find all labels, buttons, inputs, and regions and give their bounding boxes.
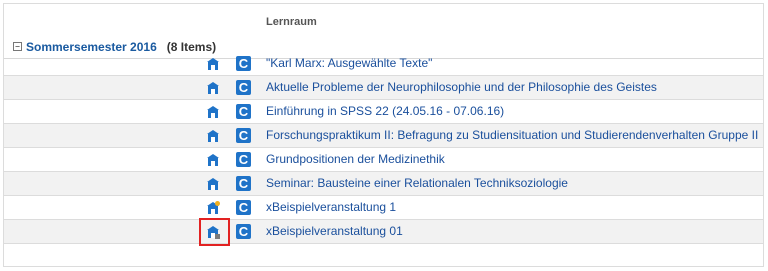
course-link[interactable]: Aktuelle Probleme der Neurophilosophie u… <box>266 80 657 94</box>
course-rows: C "Karl Marx: Ausgewählte Texte" C Aktue… <box>4 52 763 244</box>
building-icon[interactable] <box>206 57 220 71</box>
building-icon[interactable] <box>206 81 220 95</box>
course-row: C xBeispielveranstaltung 01 <box>4 220 763 244</box>
course-row: C "Karl Marx: Ausgewählte Texte" <box>4 52 763 76</box>
course-link[interactable]: Einführung in SPSS 22 (24.05.16 - 07.06.… <box>266 104 504 118</box>
course-c-icon[interactable]: C <box>236 128 251 143</box>
course-link[interactable]: Seminar: Bausteine einer Relationalen Te… <box>266 176 568 190</box>
course-c-icon[interactable]: C <box>236 224 251 239</box>
course-link[interactable]: Grundpositionen der Medizinethik <box>266 152 445 166</box>
course-row: C Einführung in SPSS 22 (24.05.16 - 07.0… <box>4 100 763 124</box>
column-header-lernraum: Lernraum <box>266 16 317 28</box>
course-list-panel: Lernraum − Sommersemester 2016 (8 Items)… <box>3 3 764 267</box>
course-row: C Seminar: Bausteine einer Relationalen … <box>4 172 763 196</box>
course-link[interactable]: xBeispielveranstaltung 1 <box>266 200 396 214</box>
course-row: C Aktuelle Probleme der Neurophilosophie… <box>4 76 763 100</box>
highlight-box <box>199 218 230 246</box>
building-icon[interactable] <box>206 177 220 191</box>
course-c-icon[interactable]: C <box>236 200 251 215</box>
course-c-icon[interactable]: C <box>236 176 251 191</box>
building-icon[interactable] <box>206 105 220 119</box>
building-icon[interactable] <box>206 153 220 167</box>
course-row: C Forschungspraktikum II: Befragung zu S… <box>4 124 763 148</box>
building-icon[interactable] <box>206 129 220 143</box>
collapse-toggle-icon[interactable]: − <box>13 42 22 51</box>
course-link[interactable]: "Karl Marx: Ausgewählte Texte" <box>266 56 432 70</box>
course-c-icon[interactable]: C <box>236 80 251 95</box>
course-link[interactable]: xBeispielveranstaltung 01 <box>266 224 403 238</box>
course-row: C Grundpositionen der Medizinethik <box>4 148 763 172</box>
course-c-icon[interactable]: C <box>236 152 251 167</box>
course-link[interactable]: Forschungspraktikum II: Befragung zu Stu… <box>266 128 758 142</box>
building-star-icon[interactable] <box>206 201 220 215</box>
course-c-icon[interactable]: C <box>236 104 251 119</box>
course-row: C xBeispielveranstaltung 1 <box>4 196 763 220</box>
course-c-icon[interactable]: C <box>236 56 251 71</box>
